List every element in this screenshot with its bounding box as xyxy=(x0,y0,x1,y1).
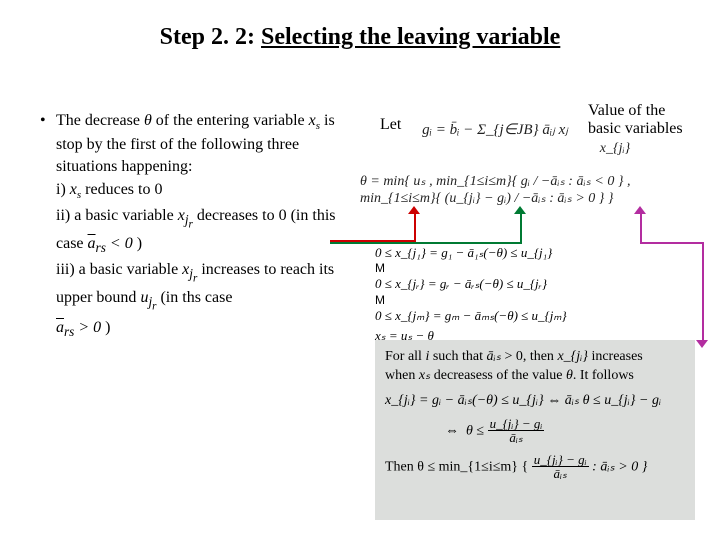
t: The decrease xyxy=(56,112,144,129)
let-label: Let xyxy=(380,116,401,134)
l2: basic variables xyxy=(588,120,683,138)
case-ii: ii) a basic variable xjr decreases to 0 … xyxy=(40,205,360,257)
title-underlined: Selecting the leaving variable xyxy=(261,24,560,50)
left-column: The decrease θ of the entering variable … xyxy=(40,110,360,341)
row: 0 ≤ x_{j₁} = g₁ − ā₁ₛ(−θ) ≤ u_{j₁} xyxy=(375,245,695,261)
arrow-mag-v1 xyxy=(640,212,642,242)
line1: For all i such that āᵢₛ > 0, then x_{jᵢ}… xyxy=(385,348,685,367)
theta-equation: θ = min{ uₛ , min_{1≤i≤m}{ gᵢ / −āᵢₛ : ā… xyxy=(360,170,700,210)
inequality-system: 0 ≤ x_{j₁} = g₁ − ā₁ₛ(−θ) ≤ u_{j₁} M 0 ≤… xyxy=(375,245,695,335)
derivation-box: For all i such that āᵢₛ > 0, then x_{jᵢ}… xyxy=(375,340,695,520)
xs: x xyxy=(70,181,77,198)
t: (in ths case xyxy=(156,289,232,306)
lbl: i) xyxy=(56,181,70,198)
gi-equation: gᵢ = b̄ᵢ − Σ_{j∈JB} āᵢⱼ xⱼ xyxy=(410,112,580,146)
arrow-green-h xyxy=(330,242,522,244)
case-iii-cond: ars > 0 ) xyxy=(40,317,360,341)
l1: Value of the xyxy=(588,102,683,120)
value-of-basic-vars-label: Value of the basic variables xyxy=(588,102,683,139)
ars-pos-icon: ars > 0 xyxy=(56,317,101,341)
line4: ⇔ θ ≤ u_{jᵢ} − gᵢ āᵢₛ xyxy=(385,417,685,445)
case-i: i) xs reduces to 0 xyxy=(40,179,360,203)
xjr-icon: xjr xyxy=(182,259,197,287)
lbl: ii) a basic variable xyxy=(56,207,178,224)
line2: when xₛ decreasess of the value θ. It fo… xyxy=(385,367,685,386)
fraction-icon: u_{jᵢ} − gᵢ āᵢₛ xyxy=(488,417,545,445)
case-iii: iii) a basic variable xjr increases to r… xyxy=(40,259,360,315)
xs: x xyxy=(309,112,316,129)
t: ) xyxy=(133,235,142,252)
slide-title: Step 2. 2: Selecting the leaving variabl… xyxy=(0,24,720,51)
xji-symbol: x_{jᵢ} xyxy=(600,140,630,158)
arrow-red-head-icon xyxy=(408,206,420,214)
xjr-icon: xjr xyxy=(178,205,193,233)
ujr-icon: ujr xyxy=(140,287,156,315)
arrow-red-v xyxy=(414,212,416,242)
arrow-green-head-icon xyxy=(514,206,526,214)
bullet-lead: The decrease θ of the entering variable … xyxy=(40,110,360,177)
fraction-icon: u_{jᵢ} − gᵢ āᵢₛ xyxy=(532,453,589,481)
row-ellipsis: M xyxy=(375,293,695,308)
arrow-mag-head-up-icon xyxy=(634,206,646,214)
row: 0 ≤ x_{jᵣ} = gᵣ − āᵣₛ(−θ) ≤ u_{jᵣ} xyxy=(375,276,695,292)
theta-sym: θ xyxy=(144,112,152,129)
line5: Then θ ≤ min_{1≤i≤m} { u_{jᵢ} − gᵢ āᵢₛ :… xyxy=(385,453,685,481)
t: of the entering variable xyxy=(152,112,309,129)
ars-neg-icon: ars < 0 xyxy=(88,233,133,257)
t: ) xyxy=(101,319,110,336)
line3: x_{jᵢ} = gᵢ − āᵢₛ(−θ) ≤ u_{jᵢ} ⇔ āᵢₛ θ ≤… xyxy=(385,392,685,411)
arrow-mag-v2 xyxy=(702,242,704,342)
t: reduces to 0 xyxy=(81,181,162,198)
row-ellipsis: M xyxy=(375,261,695,276)
arrow-mag-h xyxy=(640,242,704,244)
arrow-mag-head-down-icon xyxy=(696,340,708,348)
arrow-green-v xyxy=(520,212,522,242)
row: 0 ≤ x_{jₘ} = gₘ − āₘₛ(−θ) ≤ u_{jₘ} xyxy=(375,308,695,324)
lbl: iii) a basic variable xyxy=(56,261,182,278)
title-prefix: Step 2. 2: xyxy=(160,24,261,50)
